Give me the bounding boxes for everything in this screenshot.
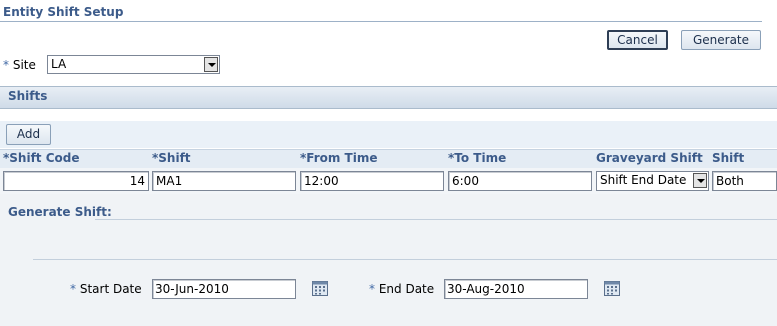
shifts-section-header: [0, 86, 777, 109]
section-divider: [33, 259, 777, 260]
generate-shift-panel: [0, 194, 777, 326]
site-label: * Site: [3, 58, 36, 72]
generate-shift-title: Generate Shift:: [8, 205, 112, 219]
shifts-toolbar: [0, 121, 777, 148]
column-header-from-time: *From Time: [300, 151, 378, 165]
end-date-label: * End Date: [369, 282, 435, 296]
column-header-shift-code: *Shift Code: [3, 151, 80, 165]
section-divider: [95, 219, 777, 220]
add-button[interactable]: Add: [6, 124, 51, 145]
from-time-input[interactable]: 12:00: [300, 171, 444, 191]
column-header-shift-type: Shift Type: [712, 151, 745, 184]
site-label-text: Site: [12, 58, 36, 72]
site-select[interactable]: LA: [47, 55, 220, 74]
required-mark: *: [3, 58, 9, 72]
chevron-down-icon[interactable]: [204, 57, 218, 72]
chevron-down-icon[interactable]: [693, 173, 707, 188]
calendar-icon[interactable]: [312, 281, 328, 296]
start-date-label: * Start Date: [70, 282, 142, 296]
column-header-to-time: *To Time: [448, 151, 507, 165]
to-time-input[interactable]: 6:00: [448, 171, 592, 191]
calendar-icon[interactable]: [604, 281, 620, 296]
shift-code-input[interactable]: 14: [3, 171, 149, 191]
site-select-value: LA: [51, 57, 67, 71]
column-header-shift: *Shift: [152, 151, 191, 165]
page-title: Entity Shift Setup: [3, 5, 124, 19]
title-divider: [0, 21, 762, 22]
shift-input[interactable]: MA1: [152, 171, 296, 191]
end-date-input[interactable]: 30-Aug-2010: [444, 279, 588, 299]
graveyard-shift-value: Shift End Date: [600, 173, 687, 187]
generate-button[interactable]: Generate: [681, 30, 761, 50]
cancel-button[interactable]: Cancel: [607, 30, 668, 50]
column-header-graveyard-shift: Graveyard Shift: [596, 151, 703, 165]
start-date-input[interactable]: 30-Jun-2010: [152, 279, 296, 299]
shift-type-select[interactable]: Both: [712, 171, 777, 191]
shifts-section-title: Shifts: [8, 89, 48, 103]
graveyard-shift-select[interactable]: Shift End Date: [596, 171, 709, 191]
